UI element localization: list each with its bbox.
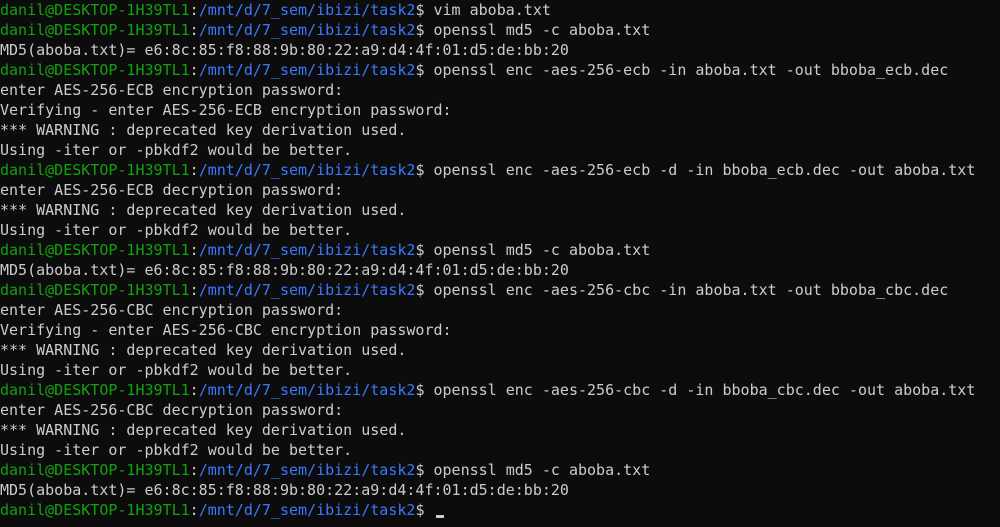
prompt-line: danil@DESKTOP-1H39TL1:/mnt/d/7_sem/ibizi…: [0, 280, 1000, 300]
prompt-separator: :: [189, 461, 199, 479]
prompt-separator: :: [189, 281, 199, 299]
terminal-window[interactable]: danil@DESKTOP-1H39TL1:/mnt/d/7_sem/ibizi…: [0, 0, 1000, 527]
prompt-line: danil@DESKTOP-1H39TL1:/mnt/d/7_sem/ibizi…: [0, 380, 1000, 400]
prompt-line: danil@DESKTOP-1H39TL1:/mnt/d/7_sem/ibizi…: [0, 240, 1000, 260]
prompt-line: danil@DESKTOP-1H39TL1:/mnt/d/7_sem/ibizi…: [0, 160, 1000, 180]
prompt-line: danil@DESKTOP-1H39TL1:/mnt/d/7_sem/ibizi…: [0, 60, 1000, 80]
prompt-user-host: danil@DESKTOP-1H39TL1: [0, 21, 190, 39]
output-line: *** WARNING : deprecated key derivation …: [0, 421, 407, 439]
prompt-user-host: danil@DESKTOP-1H39TL1: [0, 1, 190, 19]
output-line: *** WARNING : deprecated key derivation …: [0, 201, 407, 219]
output-line: MD5(aboba.txt)= e6:8c:85:f8:88:9b:80:22:…: [0, 481, 569, 499]
command-text: openssl enc -aes-256-cbc -in aboba.txt -…: [424, 281, 949, 299]
prompt-separator: :: [189, 61, 199, 79]
output-line: *** WARNING : deprecated key derivation …: [0, 341, 407, 359]
prompt-path: /mnt/d/7_sem/ibizi/task2: [198, 1, 416, 19]
prompt-path: /mnt/d/7_sem/ibizi/task2: [198, 21, 416, 39]
output-line: Using -iter or -pbkdf2 would be better.: [0, 221, 353, 239]
prompt-path: /mnt/d/7_sem/ibizi/task2: [198, 61, 416, 79]
output-line: enter AES-256-CBC encryption password:: [0, 301, 344, 319]
output-line: Using -iter or -pbkdf2 would be better.: [0, 361, 353, 379]
output-line: *** WARNING : deprecated key derivation …: [0, 121, 407, 139]
prompt-line: danil@DESKTOP-1H39TL1:/mnt/d/7_sem/ibizi…: [0, 460, 1000, 480]
prompt-separator: :: [189, 161, 199, 179]
prompt-line: danil@DESKTOP-1H39TL1:/mnt/d/7_sem/ibizi…: [0, 0, 1000, 20]
output-line: Verifying - enter AES-256-CBC encryption…: [0, 321, 452, 339]
prompt-path: /mnt/d/7_sem/ibizi/task2: [198, 501, 416, 519]
output-line: Using -iter or -pbkdf2 would be better.: [0, 441, 353, 459]
command-text: openssl enc -aes-256-cbc -d -in bboba_cb…: [424, 381, 976, 399]
prompt-user-host: danil@DESKTOP-1H39TL1: [0, 501, 190, 519]
prompt-path: /mnt/d/7_sem/ibizi/task2: [198, 461, 416, 479]
output-line: Verifying - enter AES-256-ECB encryption…: [0, 101, 452, 119]
prompt-user-host: danil@DESKTOP-1H39TL1: [0, 241, 190, 259]
prompt-user-host: danil@DESKTOP-1H39TL1: [0, 461, 190, 479]
prompt-separator: :: [189, 1, 199, 19]
prompt-path: /mnt/d/7_sem/ibizi/task2: [198, 161, 416, 179]
output-line: Using -iter or -pbkdf2 would be better.: [0, 141, 353, 159]
prompt-user-host: danil@DESKTOP-1H39TL1: [0, 381, 190, 399]
output-line: MD5(aboba.txt)= e6:8c:85:f8:88:9b:80:22:…: [0, 41, 569, 59]
command-text: openssl enc -aes-256-ecb -d -in bboba_ec…: [424, 161, 976, 179]
command-text: openssl md5 -c aboba.txt: [424, 461, 651, 479]
command-text: vim aboba.txt: [424, 1, 551, 19]
prompt-path: /mnt/d/7_sem/ibizi/task2: [198, 241, 416, 259]
command-text: openssl md5 -c aboba.txt: [424, 21, 651, 39]
output-line: enter AES-256-ECB decryption password:: [0, 181, 344, 199]
prompt-separator: :: [189, 21, 199, 39]
prompt-user-host: danil@DESKTOP-1H39TL1: [0, 61, 190, 79]
prompt-separator: :: [189, 501, 199, 519]
output-line: MD5(aboba.txt)= e6:8c:85:f8:88:9b:80:22:…: [0, 261, 569, 279]
prompt-user-host: danil@DESKTOP-1H39TL1: [0, 161, 190, 179]
prompt-path: /mnt/d/7_sem/ibizi/task2: [198, 281, 416, 299]
prompt-separator: :: [189, 381, 199, 399]
prompt-user-host: danil@DESKTOP-1H39TL1: [0, 281, 190, 299]
command-text: openssl enc -aes-256-ecb -in aboba.txt -…: [424, 61, 949, 79]
prompt-separator: :: [189, 241, 199, 259]
prompt-line: danil@DESKTOP-1H39TL1:/mnt/d/7_sem/ibizi…: [0, 20, 1000, 40]
prompt-line: danil@DESKTOP-1H39TL1:/mnt/d/7_sem/ibizi…: [0, 500, 1000, 520]
text-cursor: [435, 515, 444, 518]
prompt-path: /mnt/d/7_sem/ibizi/task2: [198, 381, 416, 399]
command-text: openssl md5 -c aboba.txt: [424, 241, 651, 259]
command-text: [424, 501, 433, 519]
output-line: enter AES-256-ECB encryption password:: [0, 81, 344, 99]
output-line: enter AES-256-CBC decryption password:: [0, 401, 344, 419]
